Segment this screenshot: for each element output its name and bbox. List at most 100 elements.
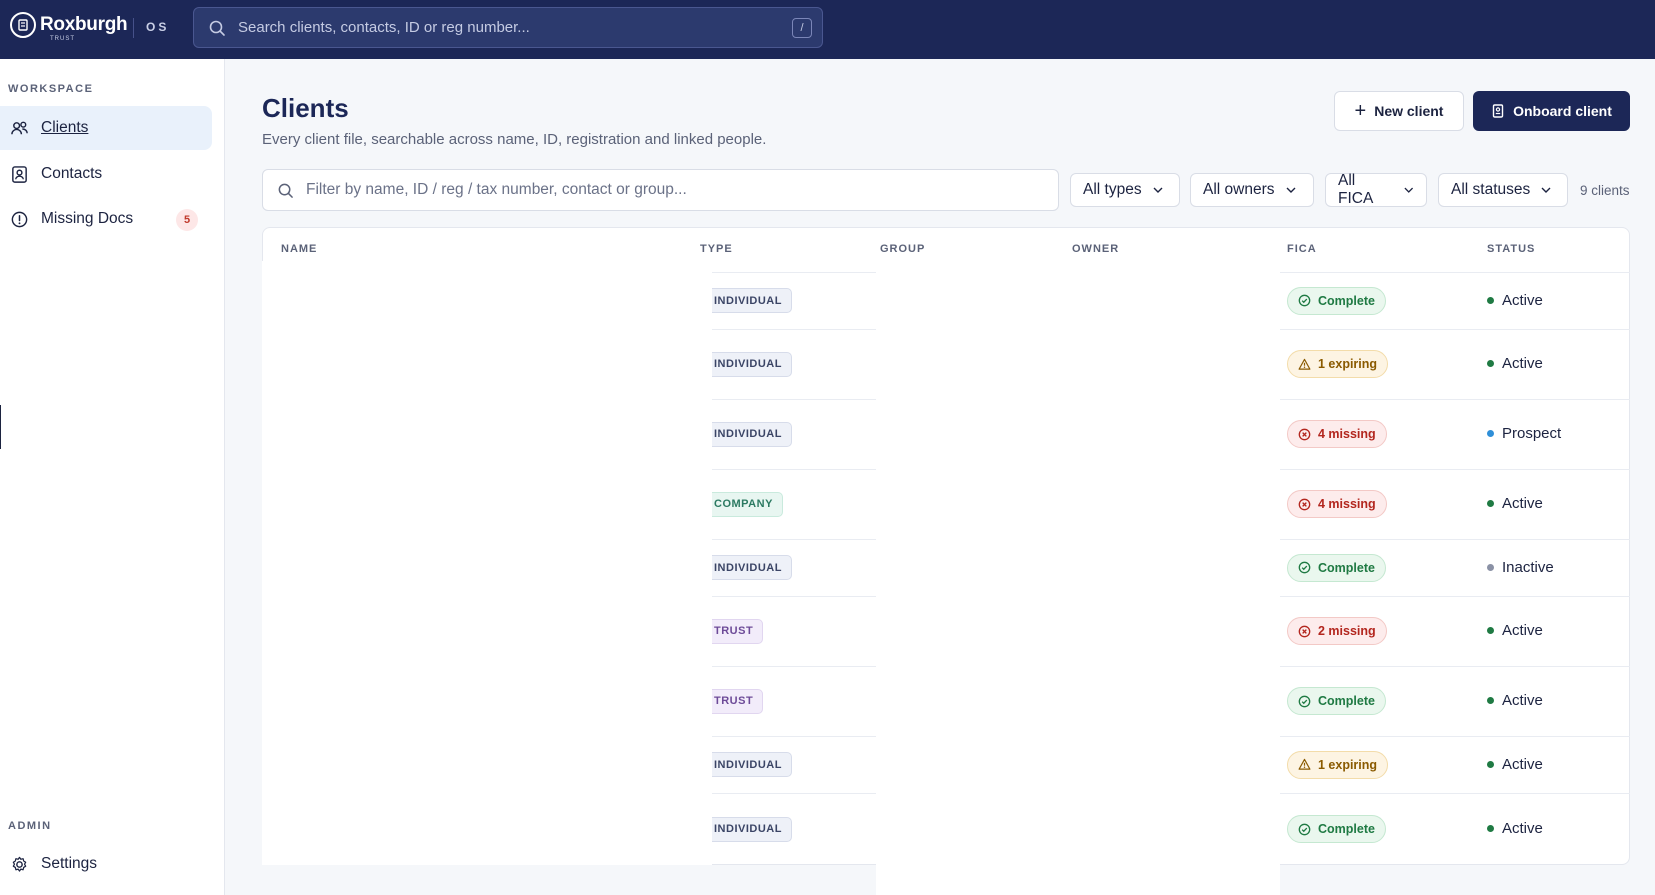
sidebar-item-contacts[interactable]: Contacts — [0, 152, 212, 196]
global-search-placeholder: Search clients, contacts, ID or reg numb… — [238, 19, 530, 36]
status-indicator: Active — [1487, 622, 1543, 639]
x-circle-icon — [1298, 625, 1311, 637]
text-cursor — [0, 405, 1, 449]
type-badge: TRUST — [704, 618, 764, 644]
sidebar-item-missing-docs[interactable]: Missing Docs 5 — [0, 197, 212, 241]
fica-label: Complete — [1318, 822, 1375, 836]
status-filter-value: All statuses — [1451, 181, 1531, 198]
check-circle-icon — [1298, 561, 1311, 574]
status-dot — [1487, 296, 1494, 304]
type-badge: INDIVIDUAL — [704, 288, 792, 313]
status-label: Active — [1502, 622, 1543, 639]
top-bar: Roxburgh TRUST OS Search clients, contac… — [0, 0, 1655, 59]
fica-badge: Complete — [1287, 687, 1386, 715]
column-header-fica[interactable]: FICA — [1287, 243, 1317, 255]
fica-filter-dropdown[interactable]: All FICA — [1325, 172, 1427, 207]
status-indicator: Prospect — [1487, 425, 1561, 442]
sidebar-item-clients[interactable]: Clients — [0, 106, 212, 150]
status-label: Inactive — [1502, 558, 1554, 576]
os-label: OS — [146, 20, 170, 34]
warning-triangle-icon — [1298, 358, 1311, 370]
status-dot — [1487, 760, 1494, 768]
users-icon — [9, 118, 29, 138]
fica-label: 4 missing — [1318, 497, 1376, 511]
status-indicator: Active — [1487, 692, 1543, 709]
status-indicator: Active — [1487, 355, 1543, 372]
type-badge: INDIVIDUAL — [704, 816, 792, 842]
status-dot — [1487, 500, 1494, 507]
fica-filter-value: All FICA — [1338, 172, 1374, 207]
page-subtitle: Every client file, searchable across nam… — [262, 131, 767, 148]
fica-badge: 1 expiring — [1287, 750, 1389, 779]
plus-icon: + — [1354, 100, 1367, 122]
x-circle-icon — [1298, 498, 1311, 510]
status-label: Active — [1502, 692, 1543, 709]
fica-badge: 4 missing — [1287, 490, 1387, 518]
sidebar-item-label: Clients — [41, 119, 89, 136]
status-indicator: Active — [1487, 820, 1543, 837]
sidebar-item-label: Contacts — [41, 165, 103, 182]
page-title: Clients — [262, 93, 349, 123]
column-header-status[interactable]: STATUS — [1487, 243, 1535, 255]
column-header-owner[interactable]: OWNER — [1072, 243, 1119, 255]
status-label: Active — [1502, 291, 1543, 309]
logo-mark-icon — [10, 12, 36, 38]
column-header-name[interactable]: NAME — [281, 243, 317, 255]
fica-badge: 4 missing — [1287, 420, 1387, 448]
client-count: 9 clients — [1580, 183, 1630, 198]
status-label: Active — [1502, 820, 1543, 837]
brand-subtitle: TRUST — [50, 36, 75, 42]
gear-icon — [9, 854, 29, 874]
column-header-group[interactable]: GROUP — [880, 243, 925, 255]
type-badge: INDIVIDUAL — [704, 351, 792, 377]
status-filter-dropdown[interactable]: All statuses — [1438, 173, 1568, 207]
status-dot — [1487, 627, 1494, 634]
search-shortcut-key: / — [792, 18, 812, 38]
fica-label: 4 missing — [1318, 427, 1376, 441]
owner-filter-value: All owners — [1203, 181, 1275, 198]
brand-logo[interactable]: Roxburgh TRUST — [10, 12, 128, 42]
search-icon — [209, 20, 225, 36]
brand-divider — [133, 18, 134, 38]
warning-triangle-icon — [1298, 758, 1311, 770]
check-circle-icon — [1298, 695, 1311, 707]
type-badge: INDIVIDUAL — [704, 555, 792, 580]
column-header-type[interactable]: TYPE — [700, 243, 733, 255]
check-circle-icon — [1298, 294, 1311, 307]
fica-label: 1 expiring — [1318, 757, 1378, 772]
redacted-name-column — [262, 261, 712, 865]
status-label: Prospect — [1502, 425, 1562, 442]
sidebar-item-label: Missing Docs — [41, 210, 134, 227]
document-icon — [1492, 104, 1504, 118]
sidebar-item-settings[interactable]: Settings — [0, 842, 212, 886]
new-client-button[interactable]: + New client — [1334, 91, 1464, 131]
redacted-group-owner-columns — [876, 261, 1280, 895]
fica-label: 1 expiring — [1318, 357, 1378, 371]
status-dot — [1487, 430, 1494, 437]
status-label: Active — [1502, 495, 1543, 512]
brand-name: Roxburgh — [40, 14, 128, 35]
workspace-section-label: WORKSPACE — [8, 83, 94, 95]
admin-section-label: ADMIN — [8, 820, 52, 832]
fica-badge: Complete — [1287, 553, 1386, 582]
global-search-input[interactable]: Search clients, contacts, ID or reg numb… — [193, 7, 823, 48]
fica-label: 2 missing — [1318, 624, 1376, 638]
fica-badge: 2 missing — [1287, 617, 1387, 645]
type-badge: INDIVIDUAL — [704, 752, 792, 777]
onboard-client-button[interactable]: Onboard client — [1473, 91, 1630, 131]
status-dot — [1487, 360, 1494, 367]
status-label: Active — [1502, 355, 1543, 372]
onboard-client-label: Onboard client — [1513, 103, 1612, 119]
type-filter-dropdown[interactable]: All types — [1070, 173, 1180, 207]
status-label: Active — [1502, 755, 1543, 773]
type-badge: INDIVIDUAL — [704, 421, 792, 447]
status-indicator: Active — [1487, 495, 1543, 512]
owner-filter-dropdown[interactable]: All owners — [1190, 173, 1314, 207]
client-filter-input[interactable]: Filter by name, ID / reg / tax number, c… — [262, 169, 1059, 211]
fica-label: Complete — [1318, 560, 1375, 575]
status-indicator: Active — [1487, 756, 1543, 773]
status-dot — [1487, 697, 1494, 704]
missing-docs-count-badge: 5 — [176, 209, 198, 231]
fica-label: Complete — [1318, 293, 1375, 308]
fica-badge: Complete — [1287, 286, 1386, 315]
